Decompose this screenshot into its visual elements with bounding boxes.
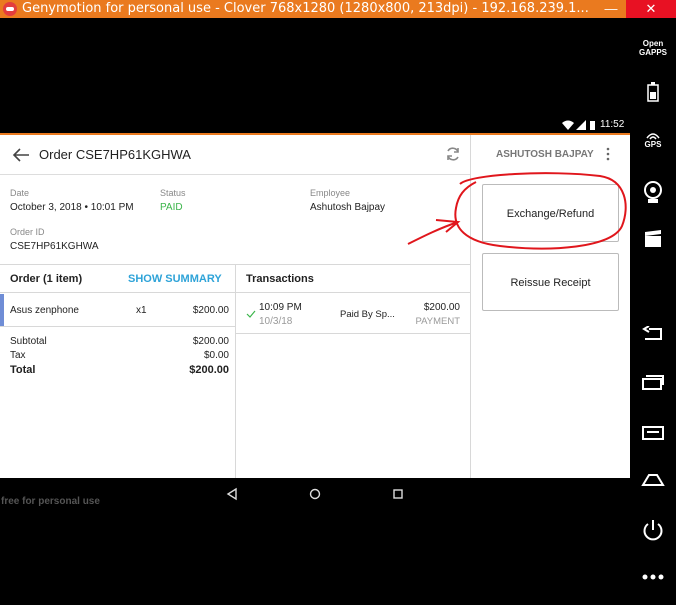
order-id-value: CSE7HP61KGHWA xyxy=(10,241,99,252)
nav-recents-icon[interactable] xyxy=(391,487,405,501)
screencast-button[interactable] xyxy=(630,230,676,248)
line-item-marker xyxy=(0,294,4,326)
reissue-receipt-button[interactable]: Reissue Receipt xyxy=(482,253,619,311)
date-label: Date xyxy=(10,188,30,198)
more-options-button[interactable] xyxy=(630,574,676,580)
webcam-button[interactable] xyxy=(630,180,676,204)
more-horiz-icon xyxy=(642,574,664,580)
nav-home-icon[interactable] xyxy=(308,487,322,501)
menu-button[interactable] xyxy=(630,426,676,440)
gps-button[interactable]: GPS xyxy=(630,132,676,149)
total-value: $200.00 xyxy=(189,364,229,376)
recent-apps-icon xyxy=(642,375,664,390)
item-qty: x1 xyxy=(136,305,147,316)
transaction-paid-by[interactable]: Paid By Sp... xyxy=(340,309,395,320)
android-nav-bar: free for personal use xyxy=(0,478,630,605)
transaction-row-divider xyxy=(236,333,470,334)
transactions-section-title: Transactions xyxy=(246,273,314,285)
item-price: $200.00 xyxy=(192,305,229,316)
recent-apps-button[interactable] xyxy=(630,374,676,390)
employee-label: Employee xyxy=(310,188,351,198)
user-name[interactable]: ASHUTOSH BAJPAY xyxy=(496,149,594,160)
power-button[interactable] xyxy=(630,519,676,541)
transaction-type: PAYMENT xyxy=(415,316,460,327)
app-bar: Order CSE7HP61KGHWA xyxy=(0,135,471,175)
battery-icon xyxy=(647,82,659,102)
home-icon xyxy=(641,474,665,486)
power-icon xyxy=(643,520,663,541)
webcam-icon xyxy=(644,181,662,203)
gps-signal-icon xyxy=(646,133,660,140)
transactions-header-divider xyxy=(236,292,470,293)
order-header-divider xyxy=(0,292,235,293)
subtotal-value: $200.00 xyxy=(192,336,229,347)
genymotion-logo-icon xyxy=(3,2,17,16)
back-icon xyxy=(642,326,662,340)
back-button[interactable] xyxy=(630,326,676,342)
status-badge: PAID xyxy=(160,202,183,213)
order-id-label: Order ID xyxy=(10,227,45,237)
minimize-button[interactable]: — xyxy=(600,0,622,18)
close-button[interactable]: ✕ xyxy=(626,0,676,18)
transaction-amount: $200.00 xyxy=(423,302,460,313)
more-vert-icon[interactable] xyxy=(605,147,611,161)
watermark-text: free for personal use xyxy=(1,496,100,507)
menu-icon xyxy=(642,426,664,440)
tax-label: Tax xyxy=(10,350,26,361)
column-divider xyxy=(235,264,236,478)
subtotal-label: Subtotal xyxy=(10,336,47,347)
transaction-date: 10/3/18 xyxy=(259,316,293,327)
panel-divider xyxy=(470,135,471,478)
status-time: 11:52 xyxy=(600,119,625,130)
back-arrow-icon[interactable] xyxy=(12,147,30,163)
exchange-refund-button[interactable]: Exchange/Refund xyxy=(482,184,619,242)
show-summary-link[interactable]: SHOW SUMMARY xyxy=(128,273,222,285)
check-icon xyxy=(246,310,256,318)
status-label: Status xyxy=(160,188,186,198)
item-divider xyxy=(0,326,235,327)
window-titlebar: Genymotion for personal use - Clover 768… xyxy=(0,0,676,18)
open-gapps-button[interactable]: Open GAPPS xyxy=(630,39,676,57)
status-icons xyxy=(562,120,595,130)
transaction-time: 10:09 PM xyxy=(259,302,302,313)
employee-value: Ashutosh Bajpay xyxy=(310,202,386,213)
clapperboard-icon xyxy=(645,230,661,247)
gps-label: GPS xyxy=(644,140,662,149)
page-title: Order CSE7HP61KGHWA xyxy=(39,147,191,162)
battery-button[interactable] xyxy=(630,82,676,102)
android-status-bar: 11:52 xyxy=(0,117,630,133)
refresh-icon[interactable] xyxy=(445,146,461,162)
user-header: ASHUTOSH BAJPAY xyxy=(471,135,630,175)
nav-back-icon[interactable] xyxy=(225,487,239,501)
date-value: October 3, 2018 • 10:01 PM xyxy=(10,202,134,213)
genymotion-sidebar: Open GAPPS GPS xyxy=(630,18,676,605)
order-section-title: Order (1 item) xyxy=(10,273,83,285)
total-label: Total xyxy=(10,364,36,376)
emulator-window: Genymotion for personal use - Clover 768… xyxy=(0,0,676,605)
tax-value: $0.00 xyxy=(203,350,229,361)
item-name[interactable]: Asus zenphone xyxy=(10,305,79,316)
home-button[interactable] xyxy=(630,474,676,486)
window-title: Genymotion for personal use - Clover 768… xyxy=(22,1,589,16)
